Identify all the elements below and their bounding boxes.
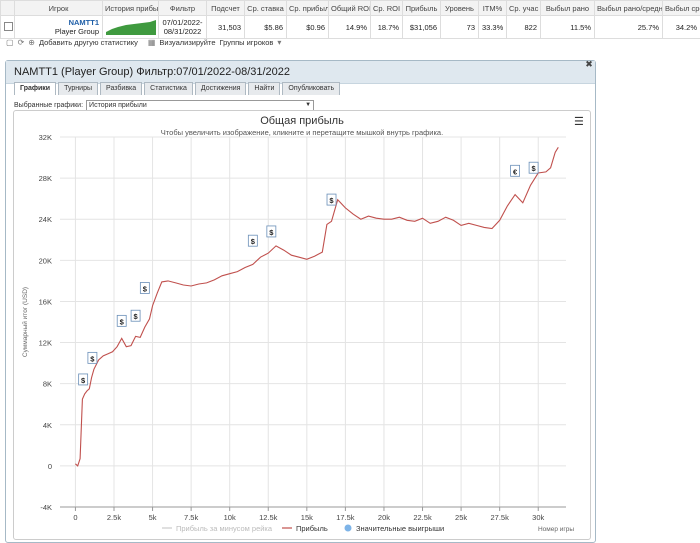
chart-container[interactable]: Общая прибыль Чтобы увеличить изображени… [13, 110, 591, 540]
y-tick-label: 28K [39, 174, 52, 183]
panel-title: NAMTT1 (Player Group) Фильтр:07/01/2022-… [14, 66, 290, 78]
profit-line [75, 147, 558, 466]
x-tick-label: 30k [532, 513, 544, 522]
visualize-link[interactable]: Визуализируйте [159, 38, 215, 47]
sparkline-cell[interactable] [103, 16, 159, 39]
avg-participants-cell: 822 [507, 16, 541, 39]
column-header[interactable]: Общий ROI [329, 1, 371, 16]
y-tick-label: 32K [39, 133, 52, 142]
x-tick-label: 25k [455, 513, 467, 522]
add-icon: ⊕ [28, 38, 35, 47]
legend-bigwin-label: Значительные выигрыши [356, 524, 444, 533]
mid-out-cell: 34.2% [663, 16, 700, 39]
y-tick-label: 0 [48, 462, 52, 471]
column-header[interactable]: Подсчет [207, 1, 245, 16]
close-icon[interactable]: ✖ [584, 60, 594, 69]
x-tick-label: 10k [224, 513, 236, 522]
avg-stake-cell: $5.86 [245, 16, 287, 39]
panel-tabs: ГрафикиТурнирыРазбивкаСтатистикаДостижен… [14, 82, 340, 95]
tab[interactable]: Опубликовать [282, 82, 340, 95]
y-tick-label: 24K [39, 215, 52, 224]
player-groups-menu[interactable]: Группы игроков [220, 38, 274, 47]
x-tick-label: 22.5k [413, 513, 432, 522]
total-roi-cell: 14.9% [329, 16, 371, 39]
x-tick-label: 17.5k [336, 513, 355, 522]
x-tick-label: 2.5k [107, 513, 121, 522]
filter-line-1: 07/01/2022- [162, 18, 203, 27]
profit-chart[interactable]: -4K 0 4K 8K 12K 16K 20K 24K 28K 32K 0 2.5k 5k 7.5k 10k… [14, 111, 590, 539]
graph-select-value: История прибыли [89, 102, 147, 109]
column-header[interactable]: Выбыл рано/средне [595, 1, 663, 16]
add-stats-link[interactable]: Добавить другую статистику [39, 38, 138, 47]
sparkline-area [106, 20, 156, 35]
y-axis-label: Суммарный итог (USD) [21, 287, 29, 357]
y-tick-label: -4K [40, 503, 52, 512]
y-tick-label: 16K [39, 297, 52, 306]
column-header[interactable] [1, 1, 15, 16]
chevron-down-icon: ▼ [305, 101, 311, 110]
column-header[interactable]: Ср. прибыл. [287, 1, 329, 16]
tab[interactable]: Найти [248, 82, 280, 95]
legend-rake-label: Прибыль за минусом рейка [176, 524, 273, 533]
column-header[interactable]: Уровень [441, 1, 479, 16]
x-tick-label: 0 [73, 513, 77, 522]
tab[interactable]: Разбивка [100, 82, 142, 95]
column-header[interactable]: Ср. учас [507, 1, 541, 16]
avg-roi-cell: 18.7% [371, 16, 403, 39]
y-tick-label: 12K [39, 339, 52, 348]
column-header[interactable]: Ср. ROI [371, 1, 403, 16]
x-tick-label: 12.5k [259, 513, 278, 522]
early-mid-out-cell: 25.7% [595, 16, 663, 39]
row-checkbox[interactable] [4, 22, 13, 31]
profit-cell: $31,056 [403, 16, 441, 39]
chart-icon: ▦ [148, 38, 156, 47]
profit-sparkline[interactable] [106, 19, 156, 35]
table-row[interactable]: NAMTT1 Player Group 07/01/2022- 08/31/20… [1, 16, 700, 39]
column-header[interactable]: Игрок [15, 1, 103, 16]
chevron-down-icon[interactable]: ▾ [277, 38, 281, 47]
tab[interactable]: Турниры [58, 82, 98, 95]
row-checkbox-cell[interactable] [1, 16, 15, 39]
y-tick-label: 20K [39, 256, 52, 265]
early-out-cell: 11.5% [541, 16, 595, 39]
column-header[interactable]: Ср. ставка [245, 1, 287, 16]
x-tick-label: 5k [149, 513, 157, 522]
x-tick-label: 27.5k [490, 513, 509, 522]
column-header[interactable]: Выбыл рано [541, 1, 595, 16]
x-axis-label: Номер игры [538, 526, 574, 533]
stats-grid: ИгрокИстория прибылиФильтрПодсчетСр. ста… [0, 0, 700, 36]
avg-profit-cell: $0.96 [287, 16, 329, 39]
filter-cell: 07/01/2022- 08/31/2022 [159, 16, 207, 39]
legend-bigwin-swatch [345, 525, 352, 532]
count-cell: 31,503 [207, 16, 245, 39]
graph-panel: NAMTT1 (Player Group) Фильтр:07/01/2022-… [5, 60, 596, 543]
x-tick-label: 20k [378, 513, 390, 522]
legend-profit-label: Прибыль [296, 524, 328, 533]
x-tick-label: 7.5k [184, 513, 198, 522]
refresh-icon[interactable]: ⟳ [18, 38, 25, 47]
stats-table: ИгрокИстория прибылиФильтрПодсчетСр. ста… [0, 0, 700, 39]
x-tick-label: 15k [301, 513, 313, 522]
tab[interactable]: Графики [14, 82, 56, 95]
tab[interactable]: Статистика [144, 82, 193, 95]
level-cell: 73 [441, 16, 479, 39]
column-header[interactable]: Прибыль [403, 1, 441, 16]
column-header[interactable]: Фильтр [159, 1, 207, 16]
tab[interactable]: Достижения [195, 82, 246, 95]
y-tick-label: 4K [43, 421, 52, 430]
player-group: Player Group [18, 27, 99, 36]
table-header-row: ИгрокИстория прибылиФильтрПодсчетСр. ста… [1, 1, 700, 16]
player-cell[interactable]: NAMTT1 Player Group [15, 16, 103, 39]
y-tick-label: 8K [43, 380, 52, 389]
column-header[interactable]: ITM% [479, 1, 507, 16]
itm-cell: 33.3% [479, 16, 507, 39]
column-header[interactable]: Выбыл сре [663, 1, 700, 16]
graph-select-label: Выбранные графики: [14, 102, 83, 109]
grid-toolbar: ▢ ⟳ ⊕ Добавить другую статистику ▦ Визуа… [0, 37, 281, 47]
column-header[interactable]: История прибыли [103, 1, 159, 16]
player-name[interactable]: NAMTT1 [18, 18, 99, 27]
filter-line-2: 08/31/2022 [162, 27, 203, 36]
square-icon[interactable]: ▢ [6, 38, 14, 47]
